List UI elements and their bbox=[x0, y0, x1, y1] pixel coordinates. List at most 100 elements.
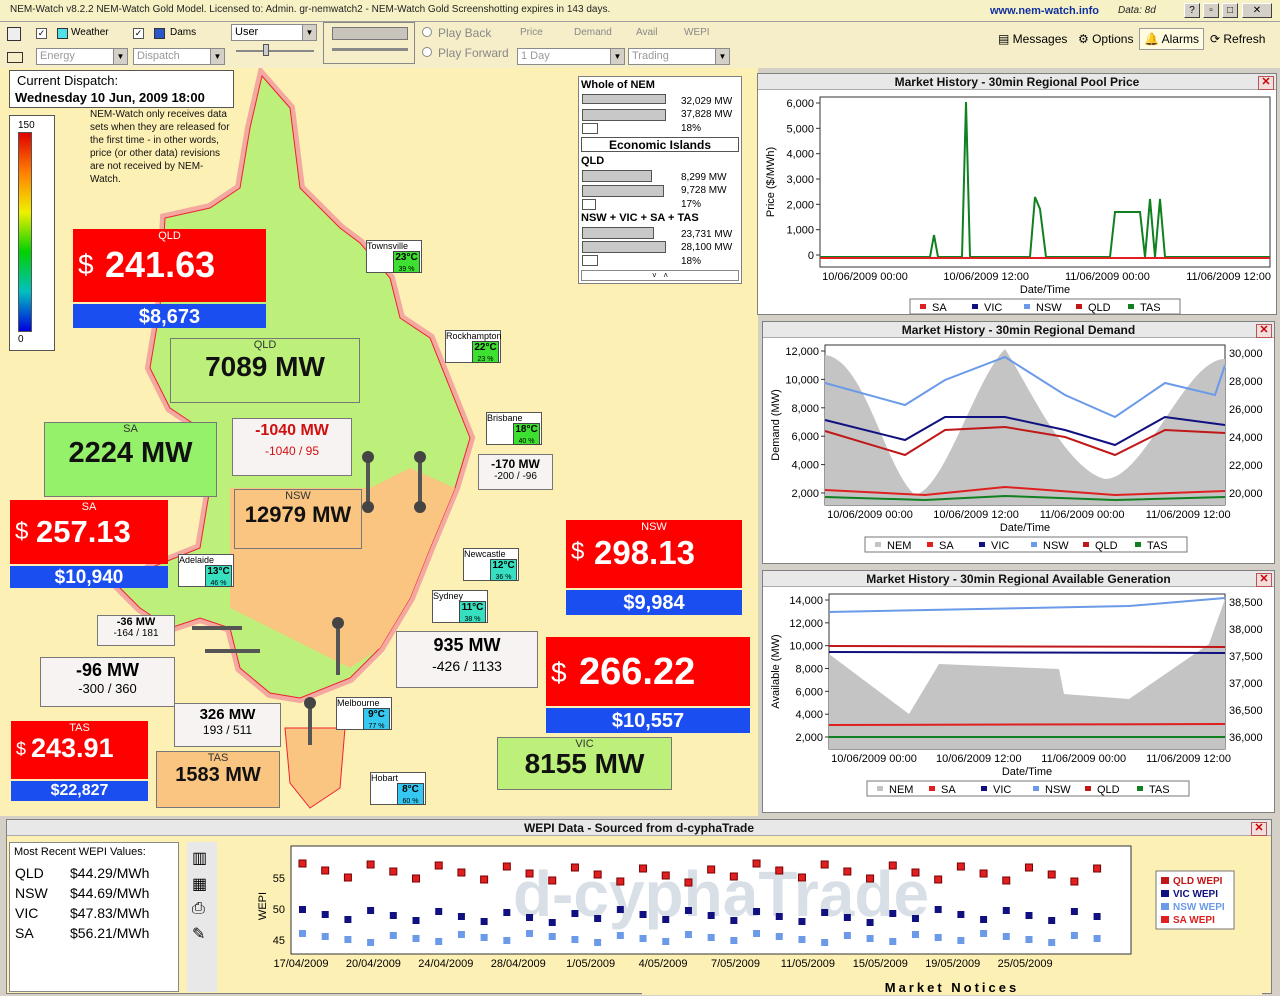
market-notices-bar[interactable]: Market Notices bbox=[642, 980, 1262, 995]
wepi-chart[interactable]: d-cyphaTrade555045WEPI17/04/2009 20/04/20… bbox=[221, 840, 1271, 994]
close-wepi-panel[interactable]: ✕ bbox=[1251, 822, 1267, 836]
dams-label: Dams bbox=[170, 27, 197, 38]
temperature: 11°C bbox=[461, 602, 484, 613]
temperature: 18°C bbox=[515, 424, 538, 435]
close-price-chart[interactable]: ✕ bbox=[1258, 76, 1274, 90]
mode-select[interactable]: Trading ▼ bbox=[628, 48, 730, 65]
city-townsville[interactable]: Townsville 23°C 39 % bbox=[366, 240, 422, 273]
qld-price-box[interactable]: QLD $ 241.63 bbox=[73, 229, 266, 302]
restore-button[interactable]: ▫ bbox=[1203, 3, 1219, 18]
nsw-wepi-point bbox=[843, 932, 851, 939]
city-hobart[interactable]: Hobart 8°C 60 % bbox=[370, 772, 426, 805]
nsw-wepi-point bbox=[1025, 936, 1033, 943]
nem-scrollbar[interactable]: ˅ ˄ bbox=[581, 270, 739, 281]
playback-radio[interactable] bbox=[422, 27, 432, 37]
legend-swatch bbox=[1161, 903, 1169, 910]
nsw-wepi-point bbox=[889, 938, 897, 945]
city-rockhampton[interactable]: Rockhampton 22°C 23 % bbox=[445, 330, 502, 363]
sa-wepi-point bbox=[412, 874, 421, 883]
price-chart[interactable]: 6,000 5,000 4,000 3,000 2,000 1,000 0 10/06/200… bbox=[758, 91, 1276, 315]
save-icon[interactable] bbox=[7, 27, 21, 41]
energy-select[interactable]: Energy ▼ bbox=[36, 48, 128, 65]
nsw-price-box[interactable]: NSW $ 298.13 bbox=[566, 520, 742, 588]
current-dispatch: Current Dispatch: Wednesday 10 Jun, 2009… bbox=[9, 70, 234, 108]
city-newcastle[interactable]: Newcastle 12°C 36 % bbox=[463, 548, 519, 581]
demand-toggle[interactable]: Demand bbox=[574, 27, 612, 38]
demand-chart[interactable]: 12,000 10,000 8,000 6,000 4,000 2,000 30,000 28… bbox=[763, 339, 1274, 563]
heywood-flow-box[interactable]: -96 MW -300 / 360 bbox=[40, 657, 175, 707]
maximize-button[interactable]: □ bbox=[1222, 3, 1238, 18]
messages-button[interactable]: ▤ Messages bbox=[993, 28, 1072, 50]
ml-flow-box[interactable]: -36 MW -164 / 181 bbox=[97, 615, 175, 646]
nsw-wepi-point bbox=[526, 930, 534, 937]
legend-label: QLD bbox=[1088, 302, 1111, 314]
playforward-radio[interactable] bbox=[422, 47, 432, 57]
nsw-wepi-point bbox=[412, 935, 420, 942]
nem-available: 37,828 MW bbox=[681, 109, 733, 120]
sa-wepi-point bbox=[1002, 876, 1011, 885]
playback-slider[interactable] bbox=[332, 48, 408, 51]
scale-gradient bbox=[18, 132, 32, 332]
vic-series-line bbox=[828, 651, 1226, 654]
weather-checkbox[interactable]: ✓ bbox=[36, 28, 47, 39]
dispatch-label: Current Dispatch: bbox=[17, 73, 119, 88]
nsw-cap-box[interactable]: $9,984 bbox=[566, 590, 742, 615]
nem-bar-1 bbox=[582, 94, 666, 104]
legend-swatch bbox=[1135, 542, 1141, 547]
legend-swatch bbox=[1161, 877, 1169, 884]
zoom-slider[interactable] bbox=[236, 50, 314, 52]
y-tick-label: 2,000 bbox=[786, 199, 814, 211]
legend-label: TAS bbox=[1147, 540, 1168, 552]
vic-wepi-point bbox=[1002, 907, 1010, 914]
chart-icon[interactable]: ▥ bbox=[192, 848, 212, 868]
close-demand-chart[interactable]: ✕ bbox=[1256, 324, 1272, 338]
options-button[interactable]: ⚙ Options bbox=[1073, 28, 1138, 50]
close-button[interactable]: ✕ bbox=[1242, 3, 1272, 18]
legend-swatch bbox=[979, 542, 985, 547]
avail-chart[interactable]: 14,000 12,000 10,000 8,000 6,000 4,000 2,000 38… bbox=[763, 588, 1274, 812]
legend-swatch bbox=[972, 304, 978, 309]
legend-label: SA bbox=[932, 302, 947, 314]
tas-cap-box[interactable]: $22,827 bbox=[11, 781, 148, 801]
city-brisbane[interactable]: Brisbane 18°C 40 % bbox=[486, 412, 542, 445]
dispatch-select[interactable]: Dispatch ▼ bbox=[133, 48, 225, 65]
sa-wepi-point bbox=[525, 869, 534, 878]
email-icon[interactable] bbox=[7, 52, 23, 63]
dams-checkbox[interactable]: ✓ bbox=[133, 28, 144, 39]
vic-price-box[interactable]: $ 266.22 bbox=[546, 637, 750, 706]
print-icon[interactable]: ⎙ bbox=[192, 900, 212, 918]
y-tick-label: 14,000 bbox=[789, 595, 823, 607]
qld-demand-box[interactable]: QLD 7089 MW bbox=[170, 338, 360, 403]
alarms-button[interactable]: 🔔 Alarms bbox=[1139, 28, 1204, 50]
tas-demand-box[interactable]: TAS 1583 MW bbox=[156, 751, 280, 808]
media-buttons[interactable] bbox=[332, 27, 408, 40]
qld-bar-2 bbox=[582, 185, 664, 197]
wepi-value: $44.29/MWh bbox=[70, 865, 150, 881]
legend-swatch bbox=[1137, 786, 1143, 791]
close-avail-chart[interactable]: ✕ bbox=[1256, 573, 1272, 587]
sa-price-box[interactable]: SA $ 257.13 bbox=[10, 500, 168, 564]
website-link[interactable]: www.nem-watch.info bbox=[990, 5, 1099, 17]
help-button[interactable]: ? bbox=[1184, 3, 1200, 18]
sa-cap-box[interactable]: $10,940 bbox=[10, 566, 168, 588]
period-select[interactable]: 1 Day ▼ bbox=[517, 48, 625, 65]
legend-label: SA bbox=[939, 540, 954, 552]
avail-toggle[interactable]: Avail bbox=[636, 27, 658, 38]
qld-cap-box[interactable]: $8,673 bbox=[73, 304, 266, 328]
clear-icon[interactable]: ✎ bbox=[192, 924, 212, 944]
tas-price-box[interactable]: TAS $ 243.91 bbox=[11, 721, 148, 779]
vic-nsw-node-top bbox=[332, 617, 344, 629]
refresh-button[interactable]: ⟳ Refresh bbox=[1205, 28, 1270, 50]
price-toggle[interactable]: Price bbox=[520, 27, 543, 38]
view-select[interactable]: User ▼ bbox=[231, 24, 317, 41]
vic-demand-box[interactable]: VIC 8155 MW bbox=[497, 737, 672, 790]
vic-wepi-point bbox=[435, 908, 443, 915]
vic-wepi-point bbox=[798, 918, 806, 925]
zoom-slider-thumb[interactable] bbox=[263, 44, 269, 56]
messages-icon: ▤ bbox=[998, 32, 1013, 46]
vic-cap-box[interactable]: $10,557 bbox=[546, 708, 750, 733]
y-axis-label: Available (MW) bbox=[770, 634, 782, 708]
wepi-toggle[interactable]: WEPI bbox=[684, 27, 710, 38]
table-icon[interactable]: ▦ bbox=[192, 874, 212, 894]
dl-flow-box[interactable]: -170 MW -200 / -96 bbox=[478, 454, 553, 490]
